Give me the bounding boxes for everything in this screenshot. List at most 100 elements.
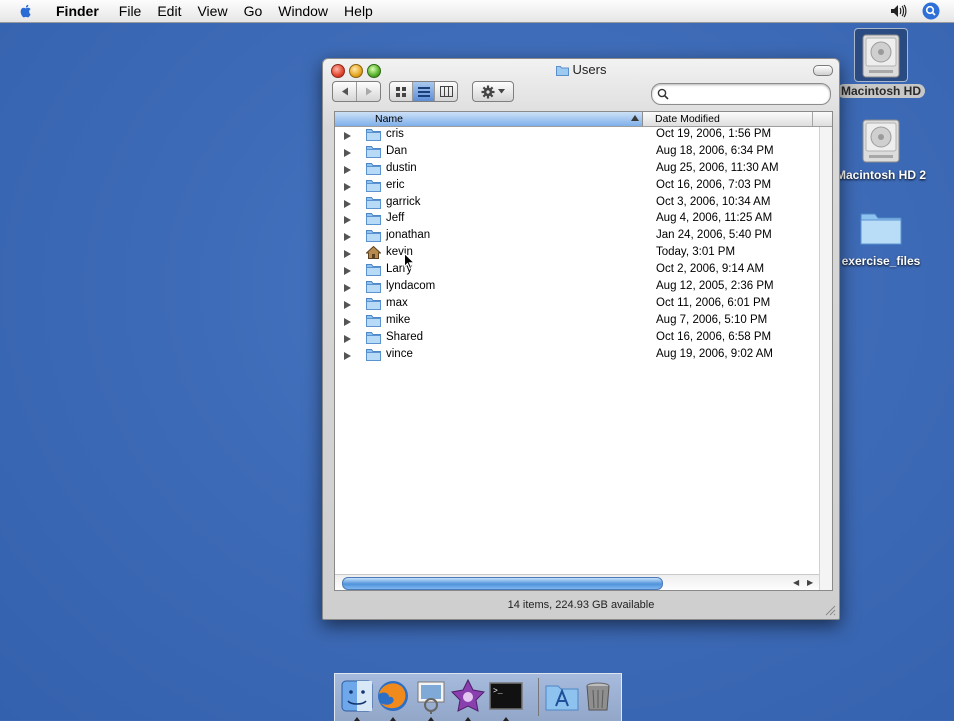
- home-icon: [365, 246, 382, 260]
- dock-divider: [538, 678, 539, 716]
- file-name: cris: [386, 128, 404, 140]
- vertical-scrollbar[interactable]: [819, 127, 832, 590]
- desktop-icon-macintosh-hd-2[interactable]: Macintosh HD 2: [831, 114, 931, 182]
- dvd-studio-icon: [450, 678, 486, 712]
- disclosure-triangle-icon[interactable]: [344, 351, 351, 360]
- disclosure-triangle-icon[interactable]: [344, 233, 351, 242]
- dock: >_: [334, 673, 622, 721]
- menu-file[interactable]: File: [111, 0, 150, 22]
- disclosure-triangle-icon[interactable]: [344, 300, 351, 309]
- file-name: vince: [386, 347, 413, 360]
- scroll-right-arrow-icon[interactable]: ▶: [807, 578, 813, 587]
- disclosure-triangle-icon[interactable]: [344, 317, 351, 326]
- mouse-pointer-icon: [404, 253, 415, 269]
- chevron-down-icon: [498, 89, 505, 94]
- file-name: Jeff: [386, 212, 405, 225]
- file-name: eric: [386, 178, 405, 191]
- list-view-button[interactable]: [412, 82, 435, 101]
- file-row[interactable]: Shared Oct 16, 2006, 6:58 PM: [335, 330, 819, 347]
- file-row[interactable]: lyndacom Aug 12, 2005, 2:36 PM: [335, 279, 819, 296]
- date-modified: Oct 3, 2006, 10:34 AM: [656, 195, 771, 208]
- file-row[interactable]: cris Oct 19, 2006, 1:56 PM: [335, 127, 819, 144]
- back-forward-buttons: [332, 81, 381, 102]
- svg-text:>_: >_: [493, 687, 503, 696]
- resize-grip-icon[interactable]: [824, 604, 836, 616]
- menu-window[interactable]: Window: [270, 0, 336, 22]
- folder-icon: [366, 128, 381, 141]
- scroll-left-arrow-icon[interactable]: ◀: [793, 578, 799, 587]
- desktop-icon-exercise-files[interactable]: exercise_files: [831, 200, 931, 268]
- menu-edit[interactable]: Edit: [149, 0, 189, 22]
- volume-icon[interactable]: [890, 4, 908, 18]
- disclosure-triangle-icon[interactable]: [344, 132, 351, 140]
- file-row[interactable]: jonathan Jan 24, 2006, 5:40 PM: [335, 228, 819, 245]
- disclosure-triangle-icon[interactable]: [344, 250, 351, 259]
- apple-menu-icon[interactable]: [18, 3, 34, 19]
- date-modified: Aug 25, 2006, 11:30 AM: [656, 161, 779, 174]
- folder-icon: [855, 200, 907, 252]
- file-row[interactable]: Dan Aug 18, 2006, 6:34 PM: [335, 144, 819, 161]
- file-row[interactable]: eric Oct 16, 2006, 7:03 PM: [335, 178, 819, 195]
- disclosure-triangle-icon[interactable]: [344, 284, 351, 293]
- disclosure-triangle-icon[interactable]: [344, 216, 351, 225]
- action-menu-button[interactable]: [472, 81, 514, 102]
- column-view-button[interactable]: [435, 82, 457, 101]
- status-text: 14 items, 224.93 GB available: [507, 599, 655, 611]
- spotlight-icon[interactable]: [922, 2, 940, 20]
- disclosure-triangle-icon[interactable]: [344, 165, 351, 174]
- app-menu-finder[interactable]: Finder: [48, 0, 107, 22]
- view-mode-buttons: [389, 81, 458, 102]
- disclosure-triangle-icon[interactable]: [344, 182, 351, 191]
- dock-dvd-studio[interactable]: [450, 678, 486, 721]
- date-modified: Oct 2, 2006, 9:14 AM: [656, 263, 765, 276]
- date-modified: Aug 12, 2005, 2:36 PM: [656, 280, 774, 293]
- desktop-icon-macintosh-hd[interactable]: Macintosh HD: [831, 28, 931, 98]
- file-name: mike: [386, 313, 411, 326]
- forward-button[interactable]: [357, 82, 380, 101]
- folder-icon: [366, 179, 381, 192]
- folder-icon: [366, 348, 381, 361]
- dock-terminal[interactable]: >_: [488, 678, 524, 721]
- file-rows: cris Oct 19, 2006, 1:56 PM Dan Aug 18, 2006…: [335, 127, 819, 363]
- folder-icon: [366, 229, 381, 243]
- dock-preview[interactable]: [413, 678, 449, 721]
- search-field[interactable]: [651, 83, 831, 105]
- file-row[interactable]: vince Aug 19, 2006, 9:02 AM: [335, 347, 819, 364]
- disclosure-triangle-icon[interactable]: [344, 148, 351, 157]
- file-row[interactable]: Jeff Aug 4, 2006, 11:25 AM: [335, 211, 819, 228]
- menu-help[interactable]: Help: [336, 0, 381, 22]
- dock-trash[interactable]: [580, 678, 616, 714]
- file-list: Name Date Modified cris Oct 19, 2006, 1:5…: [334, 111, 833, 591]
- menu-go[interactable]: Go: [236, 0, 271, 22]
- disclosure-triangle-icon[interactable]: [344, 267, 351, 276]
- file-row[interactable]: garrick Oct 3, 2006, 10:34 AM: [335, 195, 819, 212]
- search-input[interactable]: [674, 86, 826, 102]
- disclosure-triangle-icon[interactable]: [344, 334, 351, 343]
- dock-firefox[interactable]: [375, 678, 411, 721]
- menu-view[interactable]: View: [189, 0, 235, 22]
- toolbar-toggle-button[interactable]: [813, 65, 833, 76]
- icon-view-button[interactable]: [390, 82, 412, 101]
- dock-finder[interactable]: [339, 678, 375, 721]
- list-header: Name Date Modified: [335, 112, 832, 127]
- file-row[interactable]: dustin Aug 25, 2006, 11:30 AM: [335, 161, 819, 178]
- window-title: Users: [323, 62, 839, 77]
- disclosure-triangle-icon[interactable]: [344, 199, 351, 208]
- dock-applications-folder[interactable]: [544, 678, 580, 714]
- file-row[interactable]: mike Aug 7, 2006, 5:10 PM: [335, 313, 819, 330]
- folder-icon: [366, 331, 381, 344]
- name-column-header[interactable]: Name: [335, 112, 643, 126]
- date-modified: Aug 7, 2006, 5:10 PM: [656, 313, 768, 326]
- date-modified: Aug 4, 2006, 11:25 AM: [656, 212, 773, 225]
- desktop-icon-label: exercise_files: [841, 254, 921, 268]
- folder-icon: [366, 145, 381, 158]
- file-row[interactable]: max Oct 11, 2006, 6:01 PM: [335, 296, 819, 313]
- horizontal-scrollbar[interactable]: ◀ ▶: [335, 574, 819, 590]
- gear-icon: [481, 85, 495, 98]
- horizontal-scroll-thumb[interactable]: [342, 577, 663, 590]
- file-name: jonathan: [386, 229, 431, 242]
- back-button[interactable]: [333, 82, 356, 101]
- folder-icon: [366, 280, 381, 294]
- date-modified-column-header[interactable]: Date Modified: [655, 113, 720, 125]
- date-modified: Today, 3:01 PM: [656, 246, 736, 259]
